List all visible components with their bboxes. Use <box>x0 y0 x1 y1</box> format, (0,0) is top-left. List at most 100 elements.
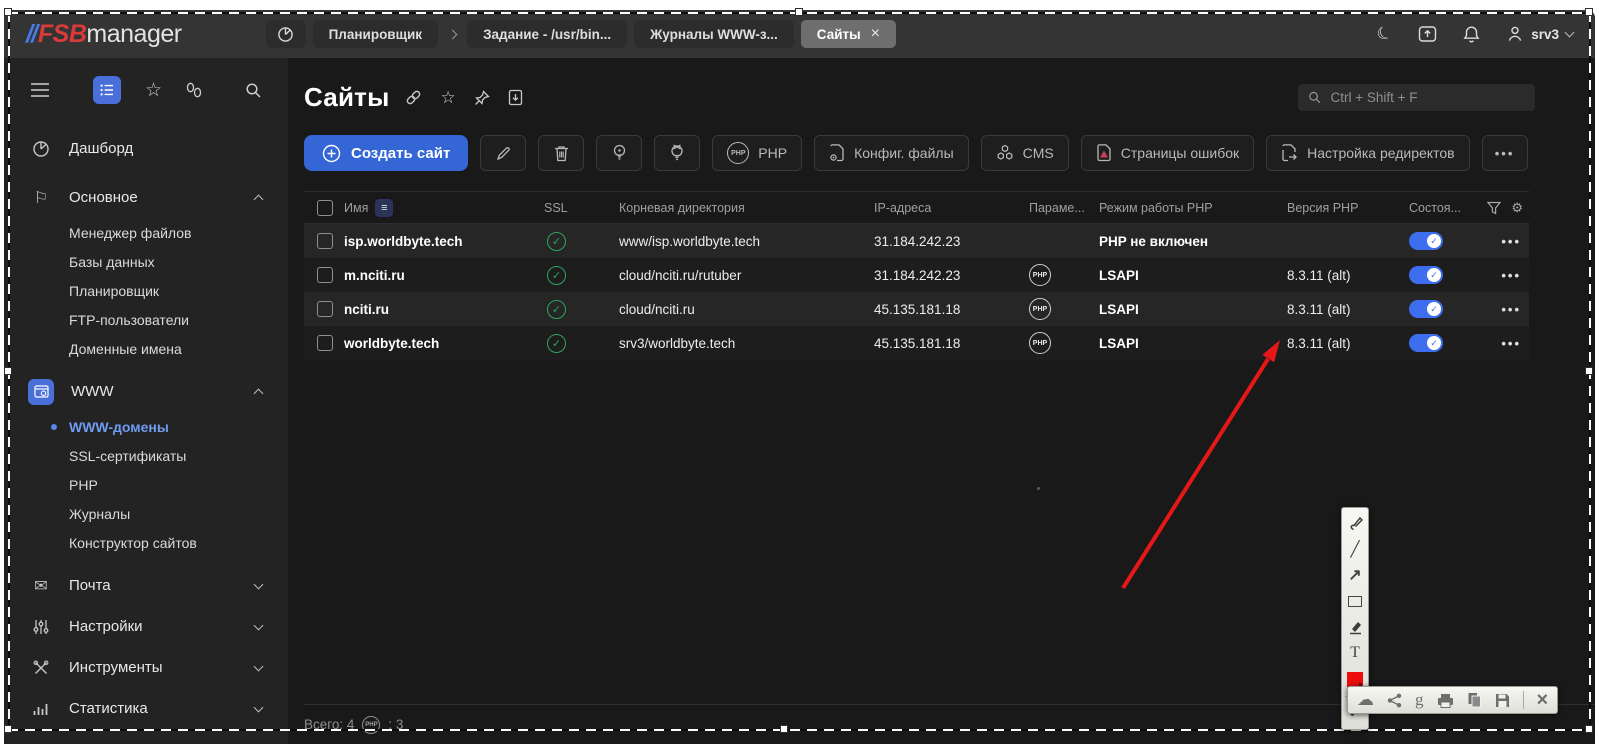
table-row[interactable]: nciti.ru ✓ cloud/nciti.ru 45.135.181.18 … <box>304 292 1529 326</box>
footprints-icon[interactable] <box>186 82 202 99</box>
sidebar-item-site-builder[interactable]: Конструктор сайтов <box>4 528 288 557</box>
delete-button[interactable] <box>538 135 584 171</box>
row-menu-button[interactable]: ••• <box>1501 302 1529 317</box>
search-input[interactable] <box>1330 90 1525 105</box>
selection-handle-bottom-middle[interactable] <box>780 725 788 733</box>
sidebar-item-php[interactable]: PHP <box>4 470 288 499</box>
row-checkbox[interactable] <box>317 233 333 249</box>
sidebar-item-tools[interactable]: Инструменты <box>4 647 288 688</box>
row-checkbox[interactable] <box>317 267 333 283</box>
col-ssl[interactable]: SSL <box>544 201 568 215</box>
filter-funnel-icon[interactable] <box>1487 201 1501 215</box>
sidebar-item-ssl-certificates[interactable]: SSL-сертификаты <box>4 441 288 470</box>
selection-handle-bottom-right[interactable] <box>1585 725 1593 733</box>
error-pages-button[interactable]: Страницы ошибок <box>1081 135 1254 171</box>
site-enabled-toggle[interactable]: ✓ <box>1409 232 1443 250</box>
tab-task[interactable]: Задание - /usr/bin... <box>467 20 627 48</box>
hamburger-icon[interactable] <box>30 82 50 98</box>
favorites-star-icon[interactable]: ☆ <box>145 79 162 102</box>
col-root-dir[interactable]: Корневая директория <box>619 201 745 215</box>
favorite-star-icon[interactable]: ☆ <box>440 88 455 108</box>
selection-handle-top-middle[interactable] <box>795 8 803 16</box>
col-state[interactable]: Состоя... <box>1409 201 1461 215</box>
user-menu[interactable]: srv3 <box>1506 25 1573 43</box>
row-menu-button[interactable]: ••• <box>1501 268 1529 283</box>
sort-icon[interactable]: ≡ <box>375 199 393 217</box>
php-button[interactable]: PHP PHP <box>712 135 802 171</box>
sidebar-item-scheduler[interactable]: Планировщик <box>4 276 288 305</box>
copy-button[interactable] <box>1467 692 1482 708</box>
more-actions-button[interactable]: ••• <box>1482 135 1528 171</box>
site-enabled-toggle[interactable]: ✓ <box>1409 300 1443 318</box>
sidebar-item-ftp-users[interactable]: FTP-пользователи <box>4 305 288 334</box>
table-settings-gear-icon[interactable]: ⚙ <box>1511 201 1523 215</box>
sidebar-item-statistics[interactable]: Статистика <box>4 688 288 729</box>
google-search-button[interactable]: g <box>1415 690 1424 710</box>
selection-handle-top-left[interactable] <box>4 8 12 16</box>
redirects-button[interactable]: Настройка редиректов <box>1266 135 1469 171</box>
table-row[interactable]: m.nciti.ru ✓ cloud/nciti.ru/rutuber 31.1… <box>304 258 1529 292</box>
link-icon[interactable] <box>405 89 422 106</box>
sidebar-item-databases[interactable]: Базы данных <box>4 247 288 276</box>
site-name[interactable]: worldbyte.tech <box>344 336 544 351</box>
sidebar-item-www-domains[interactable]: WWW-домены <box>4 412 288 441</box>
col-ip[interactable]: IP-адреса <box>874 201 931 215</box>
search-icon[interactable] <box>245 82 262 99</box>
tab-www-logs[interactable]: Журналы WWW-з... <box>634 20 794 48</box>
selection-handle-left-middle[interactable] <box>4 367 12 375</box>
site-enabled-toggle[interactable]: ✓ <box>1409 266 1443 284</box>
sidebar-item-file-manager[interactable]: Менеджер файлов <box>4 218 288 247</box>
print-button[interactable] <box>1437 693 1454 708</box>
cloud-upload-button[interactable]: ☁ <box>1357 690 1374 710</box>
tab-close-icon[interactable]: × <box>871 25 880 43</box>
text-tool-button[interactable]: T <box>1345 644 1365 662</box>
col-php-mode[interactable]: Режим работы PHP <box>1099 201 1213 215</box>
rectangle-tool-button[interactable] <box>1345 592 1365 610</box>
close-button[interactable]: × <box>1537 690 1549 710</box>
sidebar-item-settings[interactable]: Настройки <box>4 606 288 647</box>
cms-button[interactable]: CMS <box>981 135 1069 171</box>
save-button[interactable] <box>1495 693 1510 708</box>
sidebar-item-www[interactable]: WWW <box>4 371 288 412</box>
col-name[interactable]: Имя <box>344 201 368 215</box>
site-name[interactable]: nciti.ru <box>344 302 544 317</box>
arrow-tool-button[interactable]: ↗ <box>1345 566 1365 584</box>
row-menu-button[interactable]: ••• <box>1501 234 1529 249</box>
edit-button[interactable] <box>480 135 526 171</box>
sidebar-item-dashboard[interactable]: Дашборд <box>4 128 288 169</box>
disable-button[interactable] <box>654 135 700 171</box>
pin-icon[interactable] <box>474 90 490 106</box>
sidebar-item-mail[interactable]: ✉ Почта <box>4 565 288 606</box>
selection-handle-right-middle[interactable] <box>1585 367 1593 375</box>
row-checkbox[interactable] <box>317 301 333 317</box>
sidebar-item-logs[interactable]: Журналы <box>4 499 288 528</box>
tab-sites-active[interactable]: Сайты × <box>801 20 896 48</box>
config-files-button[interactable]: Конфиг. файлы <box>814 135 969 171</box>
selection-handle-top-right[interactable] <box>1585 8 1593 16</box>
dashboard-shortcut-button[interactable] <box>266 20 306 48</box>
table-row[interactable]: isp.worldbyte.tech ✓ www/isp.worldbyte.t… <box>304 224 1529 258</box>
box-arrow-icon[interactable] <box>1418 25 1437 43</box>
marker-tool-button[interactable] <box>1345 618 1365 636</box>
selection-handle-bottom-left[interactable] <box>4 725 12 733</box>
create-site-button[interactable]: Создать сайт <box>304 135 468 171</box>
line-tool-button[interactable]: ╱ <box>1345 540 1365 558</box>
menu-list-view-button[interactable] <box>93 76 121 104</box>
col-params[interactable]: Параме... <box>1029 201 1085 215</box>
share-button[interactable] <box>1387 693 1402 708</box>
select-all-checkbox[interactable] <box>317 200 333 216</box>
row-checkbox[interactable] <box>317 335 333 351</box>
col-php-version[interactable]: Версия PHP <box>1287 201 1358 215</box>
site-name[interactable]: isp.worldbyte.tech <box>344 234 544 249</box>
site-name[interactable]: m.nciti.ru <box>344 268 544 283</box>
row-menu-button[interactable]: ••• <box>1501 336 1529 351</box>
bell-icon[interactable] <box>1463 25 1480 44</box>
tab-scheduler[interactable]: Планировщик <box>313 20 438 48</box>
export-document-icon[interactable] <box>508 89 523 106</box>
enable-button[interactable] <box>596 135 642 171</box>
sidebar-item-domain-names[interactable]: Доменные имена <box>4 334 288 363</box>
sidebar-item-main[interactable]: ⚐ Основное <box>4 177 288 218</box>
theme-moon-icon[interactable]: ☾ <box>1373 22 1395 47</box>
pen-tool-button[interactable] <box>1345 514 1365 532</box>
table-row[interactable]: worldbyte.tech ✓ srv3/worldbyte.tech 45.… <box>304 326 1529 360</box>
